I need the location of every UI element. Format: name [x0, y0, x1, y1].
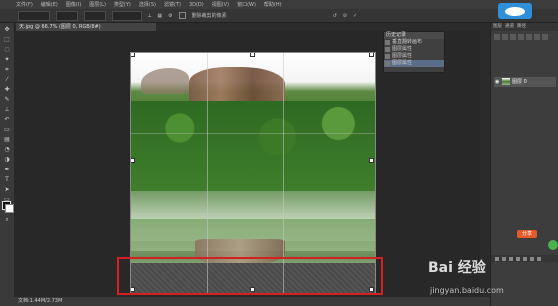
stamp-tool-icon[interactable]: ⊥	[3, 106, 11, 113]
layer-filter-icons	[491, 31, 558, 43]
history-item[interactable]: 图层属性	[384, 46, 444, 53]
filter-smart-icon[interactable]	[526, 34, 532, 40]
history-brush-icon[interactable]: ↶	[3, 116, 11, 123]
crop-tool-icon[interactable]: ⌗	[3, 66, 11, 73]
layer-name: 图层 0	[512, 79, 527, 85]
background-color-swatch[interactable]	[5, 204, 14, 213]
layers-tabs: 图层 通道 路径	[491, 23, 558, 31]
crop-handle-left[interactable]	[131, 158, 135, 163]
menu-bar: 文件(F) 编辑(E) 图像(I) 图层(L) 类型(Y) 选择(S) 滤镜(T…	[0, 0, 558, 9]
clear-button[interactable]	[112, 10, 142, 21]
app-logo[interactable]	[498, 3, 532, 19]
link-icon[interactable]	[495, 256, 499, 261]
layer-row[interactable]: ◉ 图层 0	[494, 77, 556, 87]
history-item[interactable]: 垂直翻转画布	[384, 39, 444, 46]
menu-filter[interactable]: 滤镜(T)	[164, 1, 181, 8]
status-dot	[548, 240, 558, 250]
eyedropper-icon[interactable]: ⁄	[3, 76, 11, 83]
height-field[interactable]	[84, 10, 106, 21]
history-item[interactable]: 图层属性	[384, 53, 444, 60]
folder-icon[interactable]	[523, 256, 527, 261]
menu-edit[interactable]: 编辑(E)	[41, 1, 58, 8]
tab-paths[interactable]: 路径	[517, 23, 526, 31]
tab-layers[interactable]: 图层	[493, 23, 502, 31]
right-panel: 图层 通道 路径 ◉ 图层 0	[490, 23, 558, 306]
menu-layer[interactable]: 图层(L)	[89, 1, 106, 8]
marquee-tool-icon[interactable]: ⬚	[3, 36, 11, 43]
eye-icon[interactable]: ◉	[495, 77, 500, 87]
opacity-icon[interactable]	[542, 34, 548, 40]
watermark-brand: Bai 经验	[428, 260, 486, 276]
menu-select[interactable]: 选择(S)	[139, 1, 156, 8]
forest	[131, 101, 375, 191]
crop-handle-top[interactable]	[250, 53, 255, 57]
blur-tool-icon[interactable]: ◔	[3, 146, 11, 153]
brush-tool-icon[interactable]: ✎	[3, 96, 11, 103]
pen-tool-icon[interactable]: ✒	[3, 166, 11, 173]
menu-type[interactable]: 类型(Y)	[114, 1, 131, 8]
move-tool-icon[interactable]: ✥	[3, 26, 11, 33]
overlay-icon[interactable]: ▦	[157, 13, 162, 19]
menu-image[interactable]: 图像(I)	[66, 1, 81, 8]
tools-panel: ✥ ⬚ ◌ ✦ ⌗ ⁄ ✚ ✎ ⊥ ↶ ▭ ▤ ◔ ◑ ✒ T ➤ ▭ ✋ ⌕	[0, 23, 15, 306]
document-tab[interactable]: 天.jpg @ 66.7% (图层 0, RGB/8#)	[16, 23, 156, 31]
path-select-icon[interactable]: ➤	[3, 186, 11, 193]
ratio-select[interactable]	[18, 10, 50, 21]
menu-file[interactable]: 文件(F)	[16, 1, 33, 8]
cancel-icon[interactable]: ⊘	[343, 13, 347, 19]
annotation-highlight-box	[117, 257, 383, 295]
status-bar: 文档:1.44M/2.73M	[14, 297, 490, 306]
crop-grid-line	[131, 213, 375, 214]
history-state-icon	[385, 54, 390, 59]
straighten-icon[interactable]: ⟂	[148, 13, 151, 19]
filter-type-icon[interactable]	[510, 34, 516, 40]
fx-icon[interactable]	[502, 256, 506, 261]
layers-footer	[491, 255, 558, 262]
tab-channels[interactable]: 通道	[505, 23, 514, 31]
filter-pixel-icon[interactable]	[494, 34, 500, 40]
cliff-face	[189, 67, 285, 105]
crop-handle-right[interactable]	[369, 158, 374, 163]
history-item-selected[interactable]: 图层属性	[384, 60, 444, 67]
eraser-tool-icon[interactable]: ▭	[3, 126, 11, 133]
crop-handle-top-left[interactable]	[131, 53, 135, 57]
reset-icon[interactable]: ↺	[333, 13, 337, 19]
delete-cropped-label: 删除裁剪的像素	[191, 13, 227, 19]
filter-adjust-icon[interactable]	[502, 34, 508, 40]
history-panel-title: 历史记录	[384, 32, 444, 39]
lock-icon[interactable]	[534, 34, 540, 40]
delete-cropped-checkbox[interactable]	[178, 12, 186, 19]
menu-help[interactable]: 帮助(H)	[264, 1, 282, 8]
zoom-tool-icon[interactable]: ⌕	[3, 216, 11, 223]
crop-grid-line	[131, 133, 375, 134]
history-state-icon	[385, 47, 390, 52]
history-panel: 历史记录 垂直翻转画布 图层属性 图层属性 图层属性	[383, 31, 445, 73]
dodge-tool-icon[interactable]: ◑	[3, 156, 11, 163]
menu-view[interactable]: 视图(V)	[212, 1, 229, 8]
mountain-peak	[141, 68, 189, 94]
trash-icon[interactable]	[537, 256, 541, 261]
options-bar: ⟂ ▦ ⚙ 删除裁剪的像素 ↺ ⊘ ✓	[0, 9, 558, 23]
magic-wand-icon[interactable]: ✦	[3, 56, 11, 63]
commit-icon[interactable]: ✓	[353, 13, 357, 19]
history-state-icon	[385, 40, 390, 45]
gradient-tool-icon[interactable]: ▤	[3, 136, 11, 143]
gear-icon[interactable]: ⚙	[168, 13, 172, 19]
lasso-tool-icon[interactable]: ◌	[3, 46, 11, 53]
menu-window[interactable]: 窗口(W)	[237, 1, 256, 8]
watermark-url: jingyan.baidu.com	[430, 286, 504, 295]
healing-brush-icon[interactable]: ✚	[3, 86, 11, 93]
menu-3d[interactable]: 3D(D)	[189, 2, 204, 8]
history-state-icon	[385, 61, 390, 66]
layer-thumbnail	[502, 78, 510, 85]
width-field[interactable]	[56, 10, 78, 21]
share-badge[interactable]: 分享	[517, 230, 537, 238]
adjustment-icon[interactable]	[516, 256, 520, 261]
crop-handle-top-right[interactable]	[369, 53, 374, 57]
mask-icon[interactable]	[509, 256, 513, 261]
filter-shape-icon[interactable]	[518, 34, 524, 40]
new-layer-icon[interactable]	[530, 256, 534, 261]
type-tool-icon[interactable]: T	[3, 176, 11, 183]
